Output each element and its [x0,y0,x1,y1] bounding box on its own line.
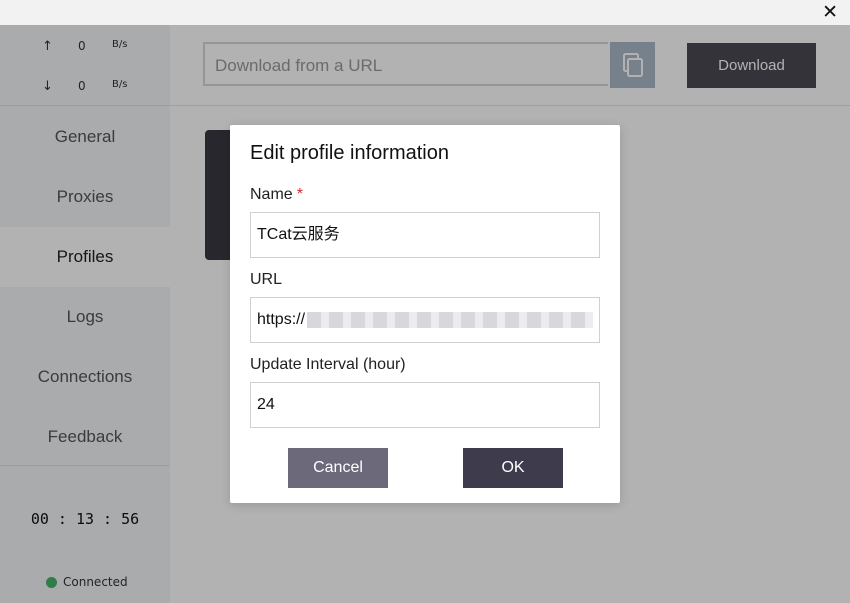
redacted-url [307,311,594,328]
name-field[interactable]: TCat云服务 [250,212,600,258]
update-interval-field[interactable]: 24 [250,382,600,428]
url-field[interactable]: https:// [250,297,600,343]
required-mark: * [296,186,303,203]
cancel-button[interactable]: Cancel [288,448,388,488]
ok-button[interactable]: OK [463,448,563,488]
name-label-text: Name [250,186,293,203]
update-interval-label: Update Interval (hour) [250,356,406,373]
edit-profile-dialog: Edit profile information Name * TCat云服务 U… [230,125,620,503]
url-label: URL [250,271,283,288]
name-label: Name * [250,186,303,204]
url-field-prefix: https:// [257,311,306,328]
dialog-title: Edit profile information [250,142,449,164]
titlebar-shade [0,0,850,25]
